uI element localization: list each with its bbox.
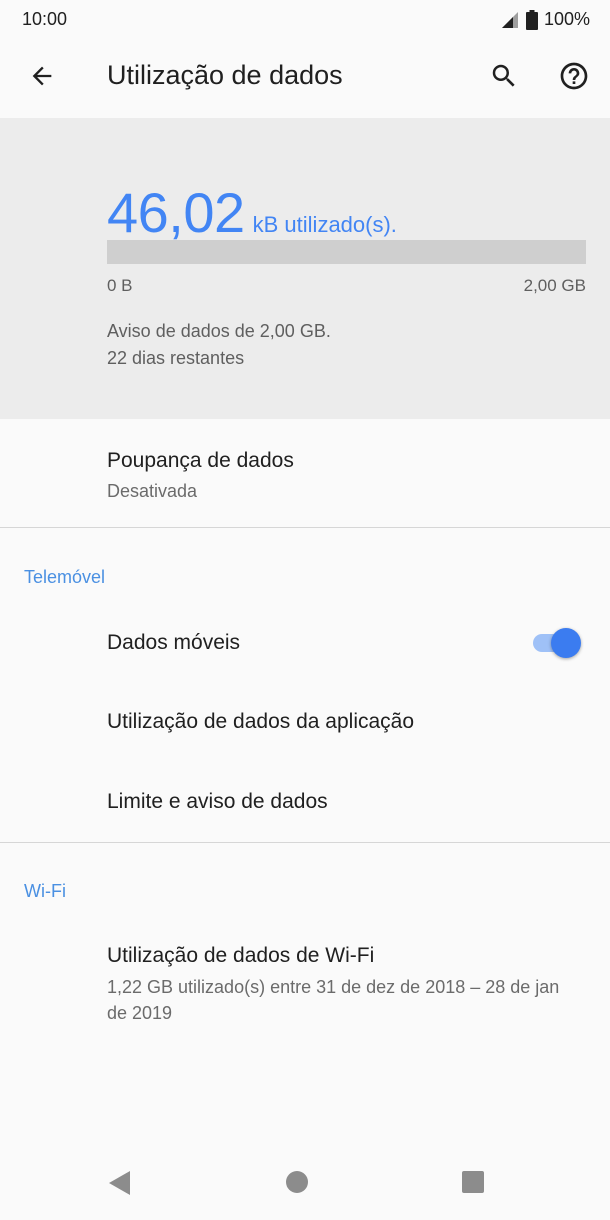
usage-warning-text: Aviso de dados de 2,00 GB.: [107, 321, 331, 341]
data-limit-row[interactable]: Limite e aviso de dados: [0, 762, 610, 842]
nav-back-icon[interactable]: [108, 1170, 132, 1201]
app-data-usage-row[interactable]: Utilização de dados da aplicação: [0, 682, 610, 762]
mobile-data-toggle[interactable]: [531, 628, 583, 658]
search-icon: [489, 61, 519, 96]
data-limit-label: Limite e aviso de dados: [107, 790, 328, 813]
status-bar: 10:00 100%: [0, 0, 610, 40]
wifi-data-usage-row[interactable]: Utilização de dados de Wi-Fi 1,22 GB uti…: [0, 920, 610, 1040]
divider: [0, 527, 610, 528]
status-icons: 100%: [500, 9, 590, 30]
wifi-data-usage-subtitle: 1,22 GB utilizado(s) entre 31 de dez de …: [107, 977, 560, 1023]
page-title: Utilização de dados: [107, 60, 343, 90]
app-toolbar: Utilização de dados: [0, 40, 610, 118]
usage-summary: 46,02 kB utilizado(s). 0 B 2,00 GB Aviso…: [0, 118, 610, 419]
data-saver-title: Poupança de dados: [107, 449, 294, 472]
signal-icon: [500, 11, 520, 29]
help-button[interactable]: [554, 58, 594, 98]
status-time: 10:00: [22, 9, 68, 29]
toggle-thumb: [551, 628, 581, 658]
usage-bar-max-label: 2,00 GB: [523, 276, 586, 295]
help-icon: [558, 60, 590, 97]
data-saver-row[interactable]: Poupança de dados Desativada: [0, 419, 610, 527]
battery-percent: 100%: [543, 9, 590, 29]
usage-unit: kB utilizado(s).: [252, 212, 397, 237]
mobile-data-label: Dados móveis: [107, 631, 241, 654]
usage-progress-bar: [107, 240, 586, 264]
wifi-data-usage-label: Utilização de dados de Wi-Fi: [107, 944, 375, 967]
section-header-wifi: Wi-Fi: [24, 881, 66, 901]
section-header-mobile: Telemóvel: [24, 567, 106, 587]
nav-home-icon[interactable]: [286, 1171, 308, 1193]
mobile-data-row[interactable]: Dados móveis: [0, 602, 610, 682]
nav-recents-icon[interactable]: [462, 1171, 484, 1193]
usage-bar-min-label: 0 B: [107, 276, 133, 295]
app-data-usage-label: Utilização de dados da aplicação: [107, 710, 415, 733]
search-button[interactable]: [484, 58, 524, 98]
usage-amount: 46,02 kB utilizado(s).: [107, 180, 397, 245]
data-saver-status: Desativada: [107, 481, 198, 501]
usage-days-left: 22 dias restantes: [107, 348, 245, 368]
divider: [0, 842, 610, 843]
system-nav-bar: [0, 1148, 610, 1220]
usage-number: 46,02: [107, 181, 245, 244]
back-button[interactable]: [22, 58, 62, 98]
battery-icon: [525, 9, 538, 30]
back-arrow-icon: [28, 62, 56, 95]
